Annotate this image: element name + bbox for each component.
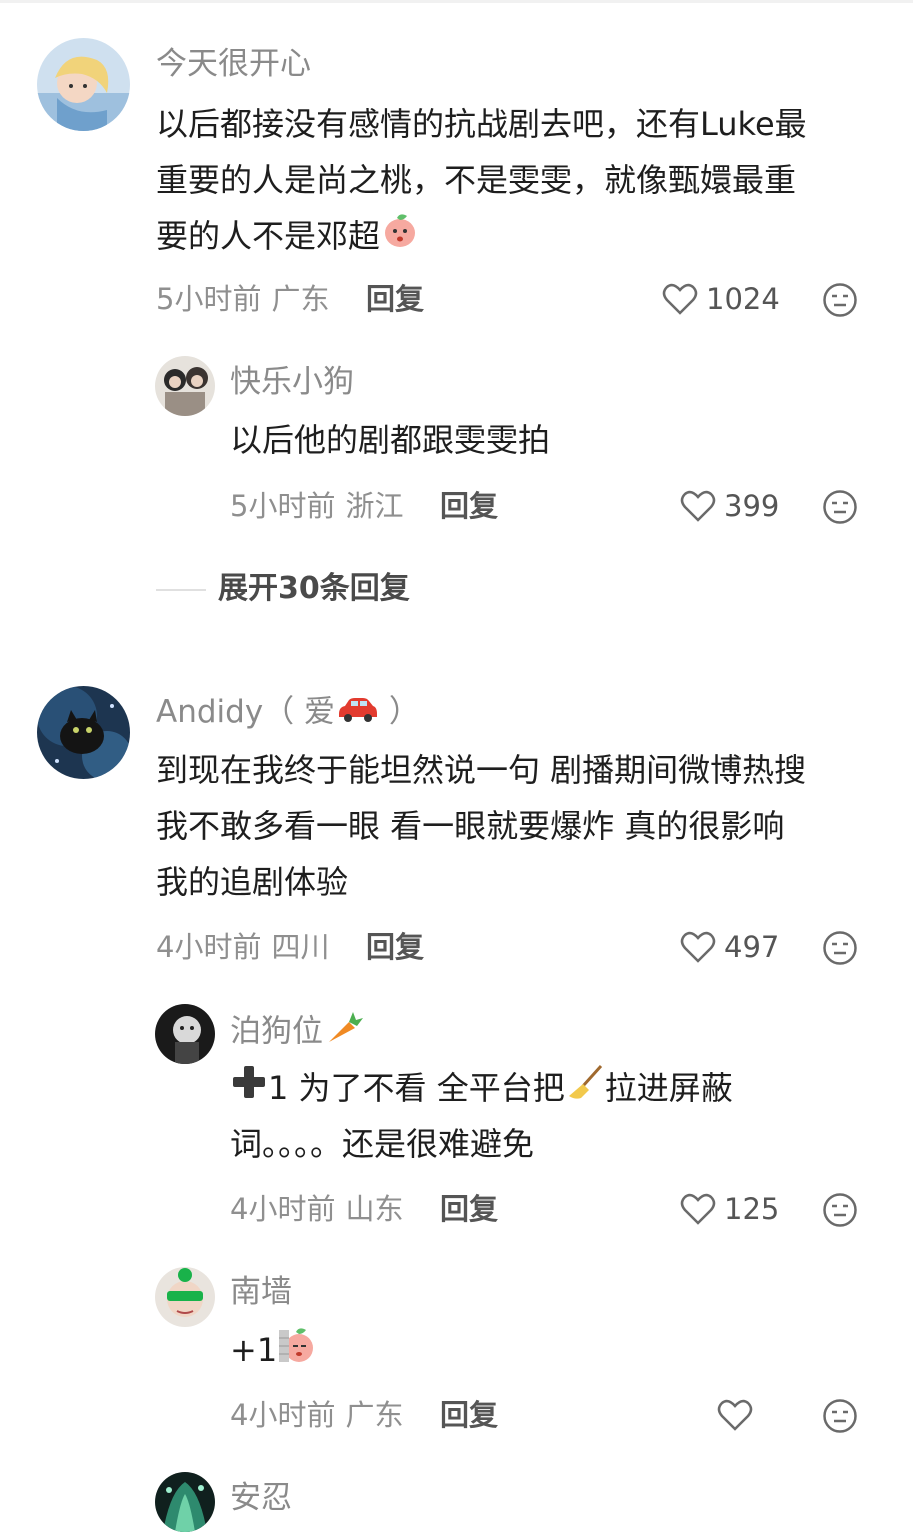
heart-outline-icon (717, 1399, 753, 1431)
avatar[interactable] (37, 686, 130, 779)
dislike-button[interactable] (822, 1398, 858, 1434)
carrot-emoji (323, 1010, 363, 1056)
comment-text-line-3-content: 要的人不是邓超 (156, 217, 381, 255)
reply-button[interactable]: 回复 (440, 1395, 498, 1435)
comment-text-line-2: 重要的人是尚之桃，不是雯雯，就像甄嬛最重 (156, 161, 797, 199)
reply-button[interactable]: 回复 (366, 279, 424, 319)
comment-time: 5小时前 (156, 282, 262, 316)
comment-author-suffix-close: ） (379, 694, 420, 730)
reply-time: 4小时前 (230, 1398, 336, 1432)
neutral-face-icon (823, 1399, 857, 1433)
reply-author[interactable]: 南墙 (230, 1272, 292, 1312)
reply-author-name: 泊狗位 (230, 1013, 323, 1050)
avatar[interactable] (155, 1004, 215, 1064)
neutral-face-icon (823, 283, 857, 317)
reply-author[interactable]: 快乐小狗 (230, 362, 354, 402)
reply-meta: 4小时前 山东 (230, 1189, 403, 1229)
avatar[interactable] (37, 38, 130, 131)
neutral-face-icon (823, 1193, 857, 1227)
reply-button[interactable]: 回复 (440, 486, 498, 526)
comment-location: 广东 (271, 282, 330, 316)
heart-outline-icon (662, 283, 698, 315)
like-button[interactable]: 125 (680, 1189, 779, 1229)
heart-outline-icon (680, 1193, 716, 1225)
comment-text-line-2: 我不敢多看一眼 看一眼就要爆炸 真的很影响 (156, 807, 785, 845)
comment-text-line-3: 我的追剧体验 (156, 863, 349, 901)
reply-meta: 4小时前 广东 (230, 1395, 403, 1435)
comment-author[interactable]: Andidy（ 爱 ） (156, 692, 420, 734)
dislike-button[interactable] (822, 930, 858, 966)
comment-author-suffix-open: （ 爱 (263, 694, 336, 730)
neutral-face-icon (823, 490, 857, 524)
comment-meta: 4小时前 四川 (156, 927, 329, 967)
peach-emoji (380, 210, 420, 267)
expand-replies-button[interactable]: 展开30条回复 (218, 569, 410, 609)
reply-author[interactable]: 泊狗位 (230, 1010, 363, 1056)
comment-location: 四川 (271, 930, 330, 964)
comment-meta: 5小时前 广东 (156, 279, 329, 319)
dislike-button[interactable] (822, 282, 858, 318)
reply-author[interactable]: 安忍 (230, 1478, 292, 1518)
reply-meta: 5小时前 浙江 (230, 486, 403, 526)
expand-divider (156, 589, 206, 591)
like-button[interactable]: 1024 (662, 279, 780, 319)
comment-text-line-1: 以后都接没有感情的抗战剧去吧，还有Luke最 (156, 105, 807, 143)
reply-text-line-2: 词。。。。还是很难避免 (230, 1125, 535, 1163)
comment-author[interactable]: 今天很开心 (156, 44, 311, 84)
avatar[interactable] (155, 1267, 215, 1327)
dislike-button[interactable] (822, 1192, 858, 1228)
reply-location: 浙江 (345, 489, 404, 523)
top-divider (0, 0, 913, 3)
reply-location: 山东 (345, 1192, 404, 1226)
like-count: 497 (724, 930, 780, 964)
reply-time: 4小时前 (230, 1192, 336, 1226)
reply-button[interactable]: 回复 (366, 927, 424, 967)
reply-text-line-1: 1 为了不看 全平台把 拉进屏蔽 (230, 1060, 733, 1119)
reply-time: 5小时前 (230, 489, 336, 523)
reply-text: 以后他的剧都跟雯雯拍 (230, 421, 551, 459)
like-count: 399 (724, 489, 780, 523)
like-count: 125 (724, 1192, 780, 1226)
broom-emoji (565, 1062, 605, 1119)
comment-text-line-1: 到现在我终于能坦然说一句 剧播期间微博热搜 (156, 751, 807, 789)
like-button[interactable]: 399 (680, 486, 779, 526)
dislike-button[interactable] (822, 489, 858, 525)
reply-button[interactable]: 回复 (440, 1189, 498, 1229)
like-count: 1024 (706, 282, 780, 316)
reply-text-part-b: 拉进屏蔽 (604, 1069, 733, 1107)
comment-author-name: Andidy (156, 694, 264, 730)
red-car-emoji (335, 694, 379, 734)
reply-location: 广东 (345, 1398, 404, 1432)
avatar[interactable] (155, 356, 215, 416)
heart-outline-icon (680, 931, 716, 963)
like-button[interactable] (717, 1395, 753, 1435)
heavy-plus-emoji (230, 1062, 268, 1118)
peach-emoji (277, 1324, 317, 1381)
reply-text: +1 (230, 1322, 317, 1381)
reply-text-part-a: 1 为了不看 全平台把 (268, 1069, 565, 1107)
like-button[interactable]: 497 (680, 927, 779, 967)
heart-outline-icon (680, 490, 716, 522)
comment-time: 4小时前 (156, 930, 262, 964)
neutral-face-icon (823, 931, 857, 965)
comment-text-line-3: 要的人不是邓超 (156, 208, 420, 267)
avatar[interactable] (155, 1472, 215, 1532)
reply-text-content: +1 (230, 1331, 278, 1369)
